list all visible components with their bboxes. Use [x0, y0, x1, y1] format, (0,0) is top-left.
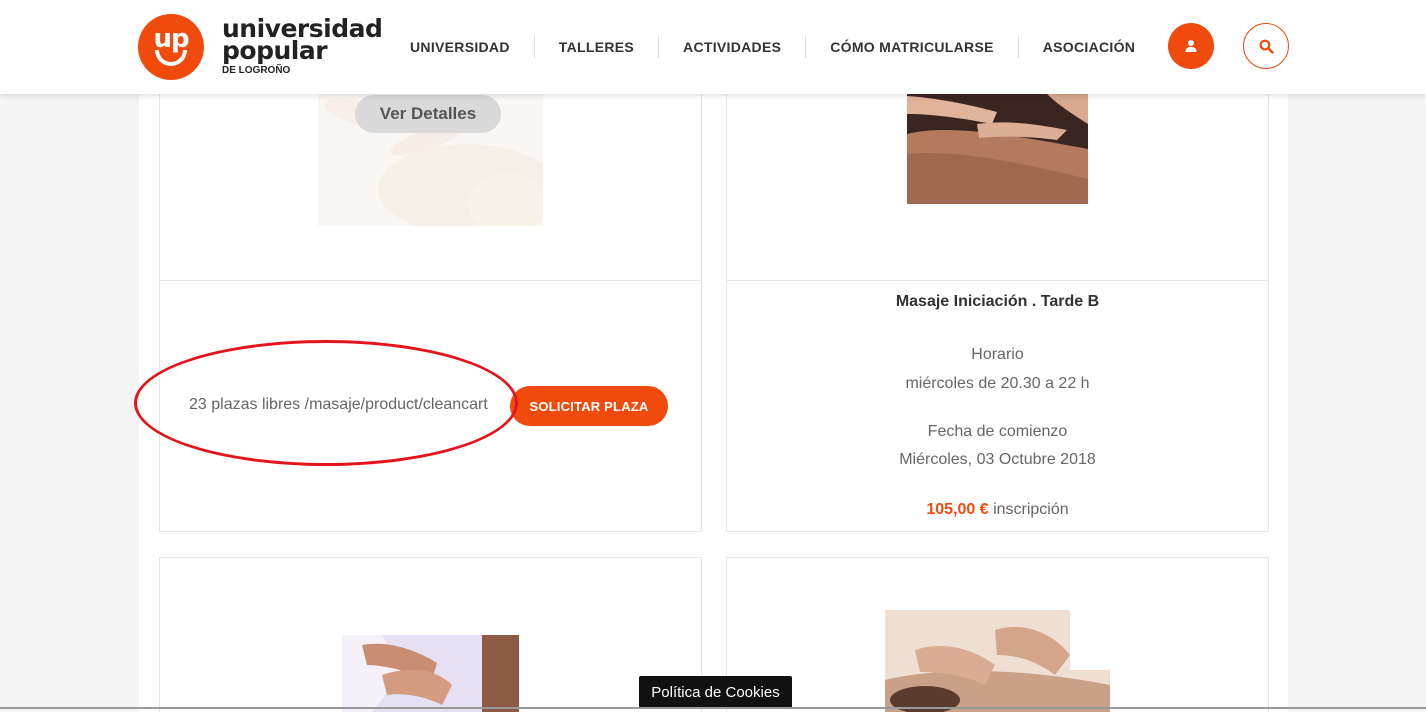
price-line: 105,00 € inscripción	[727, 501, 1268, 519]
logo-smile-icon	[155, 50, 187, 66]
nav-item-universidad[interactable]: UNIVERSIDAD	[386, 36, 535, 58]
solicitar-plaza-button[interactable]: SOLICITAR PLAZA	[510, 386, 668, 426]
logo-line-2: popular	[222, 36, 328, 65]
site-logo[interactable]: up universidad popular DE LOGROÑO	[138, 14, 383, 80]
page-bottom-border	[0, 707, 1426, 709]
logo-line-3: DE LOGROÑO	[222, 65, 291, 76]
price-value: 105,00 €	[926, 501, 989, 518]
logo-mark: up	[138, 14, 204, 80]
logo-wordmark: universidad popular DE LOGROÑO	[222, 16, 383, 76]
schedule-label: Horario	[971, 346, 1024, 363]
massage-image-hands[interactable]	[342, 635, 519, 712]
start-date-value: Miércoles, 03 Octubre 2018	[899, 451, 1096, 468]
course-title[interactable]: Masaje Iniciación . Tarde B	[727, 293, 1268, 311]
user-icon	[1185, 40, 1197, 52]
search-button[interactable]	[1243, 23, 1289, 69]
schedule-value: miércoles de 20.30 a 22 h	[905, 375, 1090, 392]
ver-detalles-button[interactable]: Ver Detalles	[355, 95, 501, 133]
card-divider	[160, 280, 701, 281]
nav-item-como-matricularse[interactable]: CÓMO MATRICULARSE	[806, 36, 1019, 58]
massage-image[interactable]	[907, 94, 1088, 204]
main-nav: UNIVERSIDAD TALLERES ACTIVIDADES CÓMO MA…	[386, 36, 1159, 58]
user-account-button[interactable]	[1168, 23, 1214, 69]
search-icon	[1259, 39, 1274, 54]
start-date-label: Fecha de comienzo	[927, 423, 1068, 440]
nav-item-asociacion[interactable]: ASOCIACIÓN	[1019, 36, 1159, 58]
site-header: up universidad popular DE LOGROÑO UNIVER…	[0, 0, 1426, 94]
price-suffix: inscripción	[993, 501, 1069, 518]
card-divider	[727, 280, 1268, 281]
massage-image-back[interactable]	[885, 610, 1110, 712]
nav-item-actividades[interactable]: ACTIVIDADES	[659, 36, 807, 58]
nav-item-talleres[interactable]: TALLERES	[535, 36, 660, 58]
availability-text: 23 plazas libres /masaje/product/cleanca…	[189, 396, 488, 413]
cookie-policy-link[interactable]: Política de Cookies	[639, 676, 792, 708]
